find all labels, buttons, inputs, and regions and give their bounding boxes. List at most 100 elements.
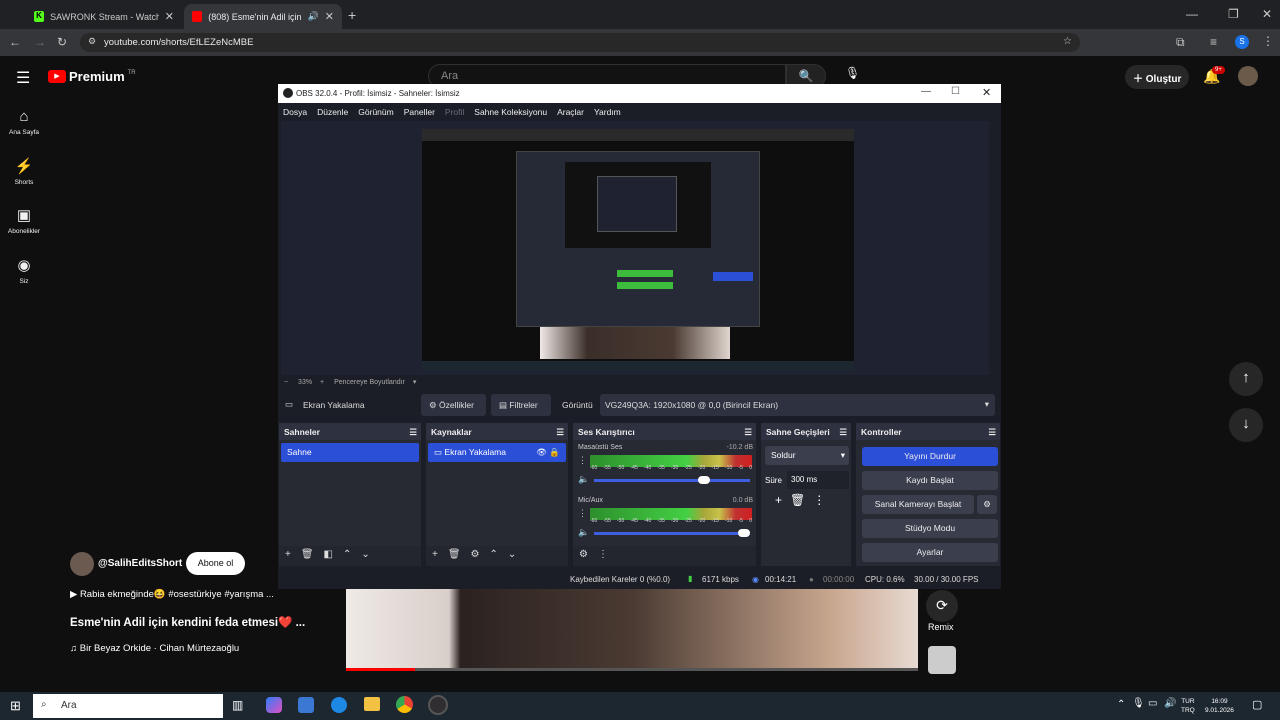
arrow-up-icon[interactable]: ⌃ (490, 549, 498, 566)
edge-icon[interactable] (331, 697, 347, 713)
previous-short-button[interactable]: ↑ (1229, 362, 1263, 396)
clock[interactable]: 16:09 9.01.2026 (1205, 697, 1234, 715)
remix-button[interactable]: ⟳ (926, 590, 958, 622)
menu-profile[interactable]: Profil (445, 107, 464, 121)
chrome-menu-icon[interactable]: ⋮ (1262, 34, 1274, 48)
close-tab-icon[interactable]: ✕ (165, 10, 174, 23)
tray-chevron-icon[interactable]: ⌃ (1117, 699, 1125, 710)
windows-start-icon[interactable]: ⊞ (10, 698, 21, 714)
address-bar[interactable]: ⚙ youtube.com/shorts/EfLEZeNcMBE ☆ (80, 33, 1080, 52)
obs-close-icon[interactable]: ✕ (982, 86, 991, 99)
channel-name[interactable]: @SalihEditsShort (98, 558, 182, 569)
fit-to-window[interactable]: Pencereye Boyutlandır (334, 379, 405, 386)
arrow-down-icon[interactable]: ⌄ (361, 549, 369, 566)
add-icon[interactable]: + (432, 549, 438, 566)
browser-tab-active[interactable]: (808) Esme'nin Adil için ken 🔊 ✕ (184, 4, 342, 29)
taskbar-search[interactable]: ⌕ Ara (33, 694, 223, 718)
reading-list-icon[interactable]: ≡ (1210, 35, 1217, 49)
zoom-out-icon[interactable]: − (284, 379, 288, 386)
task-view-icon[interactable]: ▥ (232, 698, 243, 712)
transition-select[interactable]: Soldur ▾ (765, 446, 849, 465)
shorts-video-frame[interactable] (346, 589, 918, 670)
dock-menu-icon[interactable]: ☰ (744, 427, 752, 438)
site-info-icon[interactable]: ⚙ (88, 36, 96, 47)
trash-icon[interactable]: 🗑 (448, 549, 461, 566)
notifications-icon[interactable]: ▢ (1252, 698, 1262, 711)
zoom-in-icon[interactable]: + (320, 379, 324, 386)
scene-item[interactable]: Sahne (281, 443, 419, 462)
volume-slider[interactable] (594, 476, 750, 484)
speaker-icon[interactable]: 🔈 (578, 527, 589, 538)
gear-icon[interactable]: ⚙ (471, 549, 480, 566)
account-avatar[interactable] (1238, 66, 1258, 86)
channel-menu-icon[interactable]: ⋮ (578, 508, 587, 519)
network-icon[interactable]: ▭ (1148, 698, 1157, 709)
filter-icon[interactable]: ◧ (324, 549, 333, 566)
forward-icon[interactable]: → (34, 35, 46, 49)
back-icon[interactable]: ← (9, 35, 21, 49)
add-icon[interactable]: + (285, 549, 291, 566)
close-tab-icon[interactable]: ✕ (325, 10, 334, 23)
obs-preview-area[interactable] (281, 121, 989, 375)
arrow-down-icon[interactable]: ⌄ (508, 549, 516, 566)
new-tab-icon[interactable]: + (348, 7, 356, 23)
volume-tray-icon[interactable]: 🔊 (1164, 698, 1176, 709)
menu-docks[interactable]: Paneller (404, 107, 435, 121)
copilot-icon[interactable] (266, 697, 282, 713)
profile-avatar[interactable]: S (1235, 35, 1249, 49)
dock-menu-icon[interactable]: ☰ (839, 427, 847, 438)
start-virtual-camera-button[interactable]: Sanal Kamerayı Başlat (862, 495, 974, 514)
dock-menu-icon[interactable]: ☰ (988, 427, 996, 438)
browser-tab[interactable]: K SAWRONK Stream - Watch Live ✕ (26, 4, 182, 29)
menu-view[interactable]: Görünüm (358, 107, 393, 121)
create-button[interactable]: ＋ Oluştur (1125, 65, 1189, 89)
youtube-logo[interactable]: ▶ Premium TR (48, 69, 136, 84)
zoom-level[interactable]: 33% (298, 379, 312, 386)
volume-slider[interactable] (594, 529, 750, 537)
language-indicator[interactable]: TUR TRQ (1181, 697, 1195, 715)
reload-icon[interactable]: ↻ (57, 35, 67, 49)
stop-streaming-button[interactable]: Yayını Durdur (862, 447, 998, 466)
trash-icon[interactable]: 🗑 (790, 493, 805, 507)
close-window-icon[interactable]: ✕ (1262, 7, 1272, 21)
maximize-icon[interactable]: ❐ (1228, 7, 1239, 21)
settings-button[interactable]: Ayarlar (862, 543, 998, 562)
subscribe-button[interactable]: Abone ol (186, 552, 245, 575)
trash-icon[interactable]: 🗑 (301, 549, 314, 566)
sidebar-item-shorts[interactable]: ⚡ Shorts (0, 157, 48, 186)
studio-mode-button[interactable]: Stüdyo Modu (862, 519, 998, 538)
duration-input[interactable]: 300 ms (787, 471, 849, 489)
sidebar-item-home[interactable]: ⌂ Ana Sayfa (0, 108, 48, 136)
audio-track[interactable]: ♫ Bir Beyaz Orkide · Cihan Mürtezaoğlu (70, 643, 239, 654)
kebab-menu-icon[interactable]: ⋮ (598, 549, 608, 566)
video-progress-bar[interactable] (346, 668, 918, 671)
gear-icon[interactable]: ⚙ (579, 549, 588, 566)
file-explorer-icon[interactable] (364, 697, 380, 711)
virtual-camera-settings-button[interactable]: ⚙ (977, 495, 997, 514)
menu-help[interactable]: Yardım (594, 107, 621, 121)
speaker-icon[interactable]: 🔈 (578, 474, 589, 485)
sidebar-item-subscriptions[interactable]: ▣ Abonelikler (0, 206, 48, 235)
obs-maximize-icon[interactable]: ☐ (951, 86, 960, 97)
filters-button[interactable]: ▤ Filtreler (491, 394, 551, 416)
video-title[interactable]: Esme'nin Adil için kendini feda etmesi❤️… (70, 615, 305, 629)
sound-thumbnail[interactable] (928, 646, 956, 674)
kebab-menu-icon[interactable]: ⋮ (813, 493, 825, 507)
dock-menu-icon[interactable]: ☰ (556, 427, 564, 438)
mic-tray-icon[interactable]: 🎙 (1132, 698, 1145, 709)
sidebar-item-you[interactable]: ◉ Siz (0, 256, 48, 285)
obs-taskbar-icon[interactable] (428, 695, 448, 715)
dock-menu-icon[interactable]: ☰ (409, 427, 417, 438)
chrome-icon[interactable] (396, 696, 413, 713)
display-select[interactable]: VG249Q3A: 1920x1080 @ 0,0 (Birincil Ekra… (600, 394, 995, 416)
source-item[interactable]: ▭ Ekran Yakalama 👁 🔒 (428, 443, 566, 462)
slider-handle[interactable] (698, 476, 710, 484)
menu-scene-collection[interactable]: Sahne Koleksiyonu (474, 107, 547, 121)
slider-handle[interactable] (738, 529, 750, 537)
hamburger-menu-icon[interactable]: ☰ (16, 68, 30, 88)
microphone-icon[interactable]: 🎙 (845, 66, 860, 84)
eye-icon[interactable]: 👁 🔒 (536, 447, 560, 458)
minimize-icon[interactable]: — (1186, 7, 1198, 21)
next-short-button[interactable]: ↓ (1229, 408, 1263, 442)
menu-tools[interactable]: Araçlar (557, 107, 584, 121)
